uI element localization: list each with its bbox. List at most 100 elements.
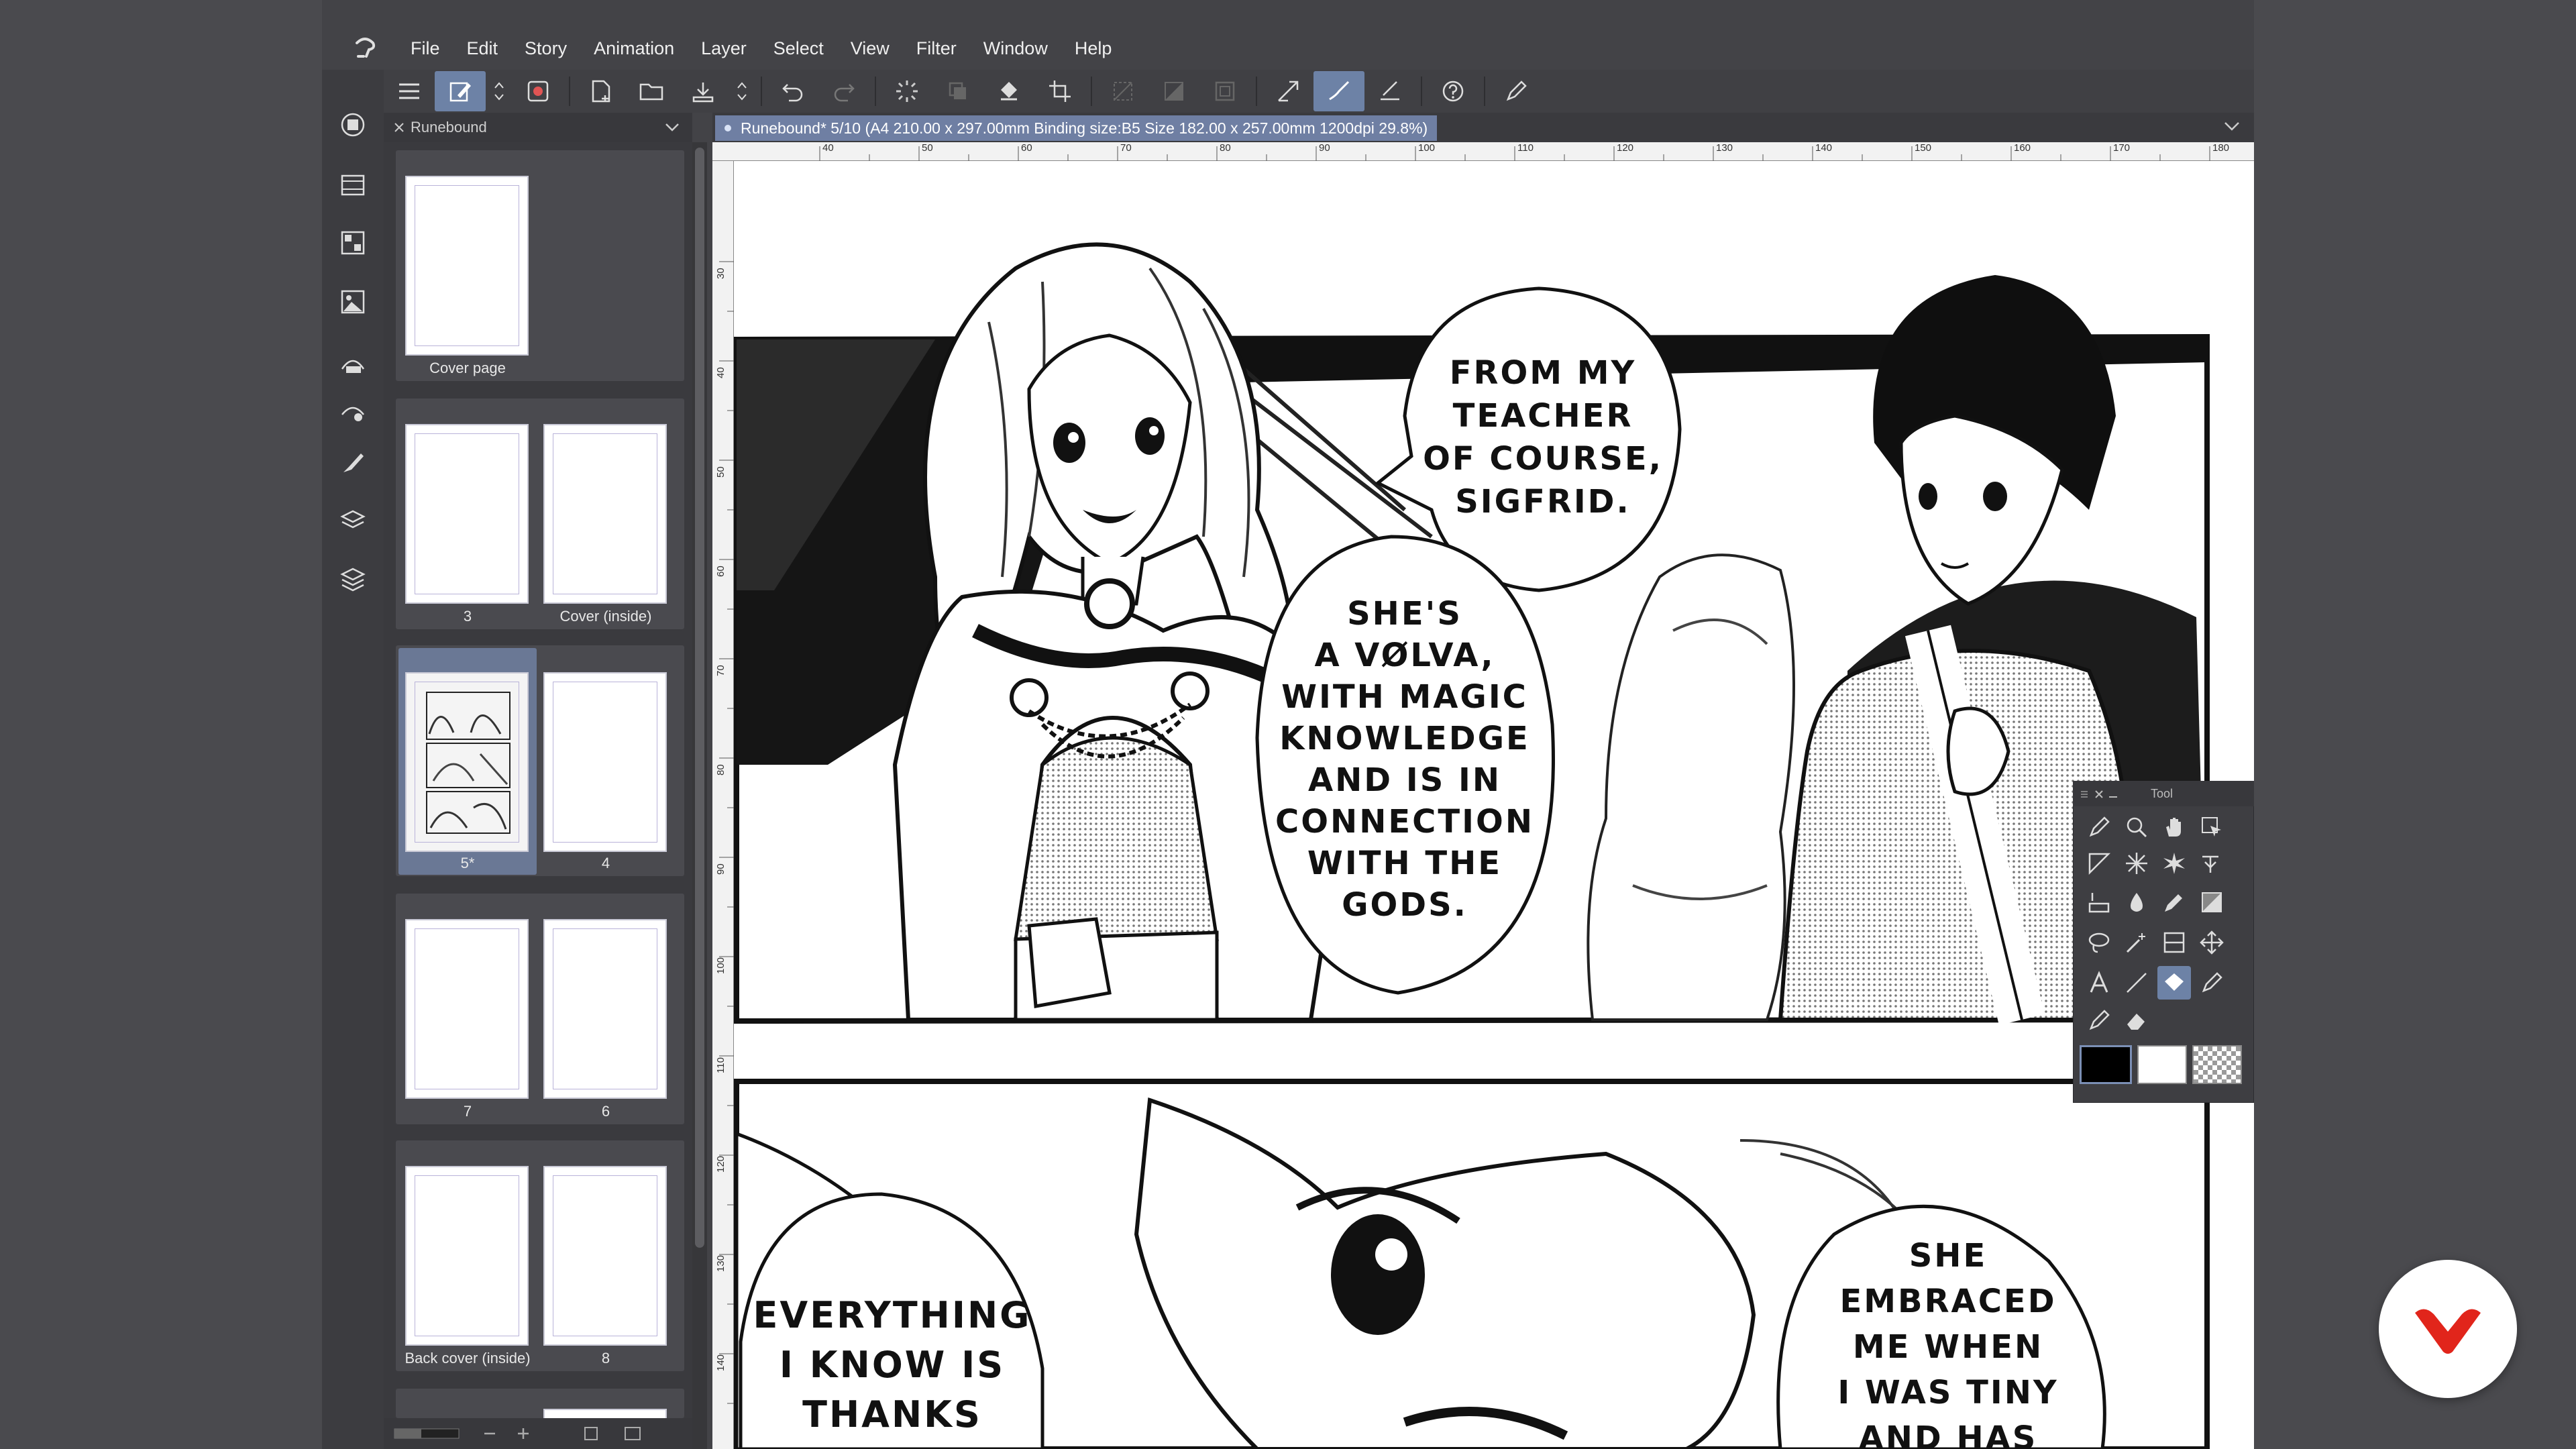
layers-icon[interactable] — [338, 565, 368, 594]
ruler-tick-label: 80 — [1220, 142, 1231, 154]
speech-bubble-4: SHE EMBRACED ME WHEN I WAS TINY AND HAS — [1794, 1233, 2102, 1449]
frame-border-icon[interactable] — [2157, 926, 2191, 959]
blend-drop-icon[interactable] — [2120, 885, 2153, 919]
edit-page-icon[interactable] — [435, 71, 486, 111]
ruler-tick-label: 140 — [1815, 142, 1833, 154]
new-file-icon[interactable] — [576, 71, 627, 111]
bubble-line: WITH MAGIC — [1281, 678, 1528, 716]
menu-edit[interactable]: Edit — [453, 27, 512, 70]
navigator-icon[interactable] — [338, 110, 368, 140]
chevron-updown-icon[interactable] — [729, 71, 755, 111]
scrollbar-thumb[interactable] — [695, 148, 704, 1248]
text-icon[interactable] — [2082, 966, 2116, 1000]
page-label: 6 — [601, 1103, 610, 1120]
invert-selection-icon[interactable] — [1148, 71, 1199, 111]
chevron-updown-icon[interactable] — [486, 71, 513, 111]
film-strip-icon[interactable] — [338, 170, 368, 200]
page-thumb-cover-inside[interactable] — [543, 424, 667, 604]
chevron-down-icon[interactable] — [664, 122, 680, 133]
menu-view[interactable]: View — [837, 27, 903, 70]
brush-stroke-icon[interactable] — [1313, 71, 1364, 111]
menu-story[interactable]: Story — [511, 27, 580, 70]
menu-filter[interactable]: Filter — [903, 27, 970, 70]
pencil-icon[interactable] — [2082, 1004, 2116, 1037]
page-thumb-8[interactable] — [543, 1166, 667, 1346]
chevron-down-icon[interactable] — [2223, 121, 2241, 133]
decoration-icon[interactable] — [2082, 885, 2116, 919]
page-thumb-back-cover-inside[interactable] — [405, 1166, 529, 1346]
close-icon[interactable] — [393, 121, 405, 133]
gradient-icon[interactable] — [2195, 885, 2229, 919]
eraser-icon[interactable] — [2120, 1004, 2153, 1037]
page-thumb-4[interactable] — [543, 672, 667, 852]
fill-bucket-icon[interactable] — [983, 71, 1034, 111]
eyedropper-icon[interactable] — [2157, 885, 2191, 919]
menu-file[interactable]: File — [397, 27, 453, 70]
page-label: 5* — [460, 855, 475, 871]
save-icon[interactable] — [678, 71, 729, 111]
sub-color-swatch[interactable] — [2137, 1045, 2187, 1084]
operation-icon[interactable] — [2195, 847, 2229, 880]
pen-tool-icon[interactable] — [1491, 71, 1542, 111]
color-set-icon[interactable] — [338, 228, 368, 258]
zoom-icon[interactable] — [2120, 810, 2153, 844]
pen-icon[interactable] — [2195, 966, 2229, 1000]
page-thumb-3[interactable] — [405, 424, 529, 604]
pen-line-icon[interactable] — [1364, 71, 1415, 111]
menu-select[interactable]: Select — [760, 27, 837, 70]
brand-badge[interactable] — [2379, 1260, 2517, 1398]
sparkle-icon[interactable] — [2120, 847, 2153, 880]
page-thumb-7[interactable] — [405, 919, 529, 1099]
menu-window[interactable]: Window — [970, 27, 1061, 70]
page-thumb-cover[interactable] — [405, 176, 529, 356]
document-tab-label: Runebound* 5/10 (A4 210.00 x 297.00mm Bi… — [741, 119, 1428, 137]
menu-help[interactable]: Help — [1061, 27, 1126, 70]
unsaved-dot-icon — [724, 125, 731, 131]
brush-size-icon[interactable] — [338, 448, 368, 478]
transform-icon[interactable] — [1263, 71, 1313, 111]
ruler-tick-label: 170 — [2113, 142, 2131, 154]
help-icon[interactable] — [1428, 71, 1479, 111]
tool-palette-title: Tool — [2151, 787, 2174, 800]
transparent-color-swatch[interactable] — [2192, 1045, 2242, 1084]
redo-icon[interactable] — [818, 71, 869, 111]
main-color-swatch[interactable] — [2080, 1045, 2132, 1084]
auto-actions-icon[interactable] — [338, 347, 368, 377]
burst-icon[interactable] — [2157, 847, 2191, 880]
loading-spinner-icon[interactable] — [881, 71, 932, 111]
ruler-tick-label: 50 — [922, 142, 933, 154]
app-logo-icon[interactable] — [345, 27, 385, 70]
lasso-icon[interactable] — [2082, 926, 2116, 959]
ruler-tick-label: 160 — [2014, 142, 2031, 154]
frame-icon[interactable] — [1199, 71, 1250, 111]
pen-nib-icon[interactable] — [2082, 810, 2116, 844]
material-icon[interactable] — [338, 287, 368, 317]
story-settings-icon[interactable] — [513, 71, 564, 111]
layer-property-icon[interactable] — [338, 506, 368, 535]
magic-wand-icon[interactable] — [2120, 926, 2153, 959]
page-thumb-6[interactable] — [543, 919, 667, 1099]
line-icon[interactable] — [2120, 966, 2153, 1000]
document-tab[interactable]: Runebound* 5/10 (A4 210.00 x 297.00mm Bi… — [715, 115, 1438, 141]
layer-stack-icon[interactable] — [932, 71, 983, 111]
ruler-tick-label: 110 — [1517, 142, 1534, 154]
drawing-canvas[interactable]: FROM MY TEACHER OF COURSE, SIGFRID. SHE'… — [734, 161, 2254, 1449]
tool-palette-header[interactable]: Tool — [2073, 781, 2254, 806]
ruler-horizontal: 40 50 60 70 80 90 100 110 120 130 140 15… — [712, 142, 2254, 161]
hand-icon[interactable] — [2157, 810, 2191, 844]
page-label: 7 — [463, 1103, 472, 1120]
menu-layer[interactable]: Layer — [688, 27, 760, 70]
undo-icon[interactable] — [767, 71, 818, 111]
sub-tool-icon[interactable] — [338, 396, 368, 425]
fill-tool-icon[interactable] — [2157, 966, 2191, 1000]
object-select-icon[interactable] — [2195, 810, 2229, 844]
ruler-angle-icon[interactable] — [2082, 847, 2116, 880]
move-icon[interactable] — [2195, 926, 2229, 959]
crop-icon[interactable] — [1034, 71, 1085, 111]
page-thumb-5[interactable] — [405, 672, 529, 852]
bubble-line: ME WHEN — [1852, 1328, 2044, 1366]
hamburger-menu-icon[interactable] — [384, 71, 435, 111]
open-folder-icon[interactable] — [627, 71, 678, 111]
menu-animation[interactable]: Animation — [580, 27, 688, 70]
clear-selection-icon[interactable] — [1097, 71, 1148, 111]
